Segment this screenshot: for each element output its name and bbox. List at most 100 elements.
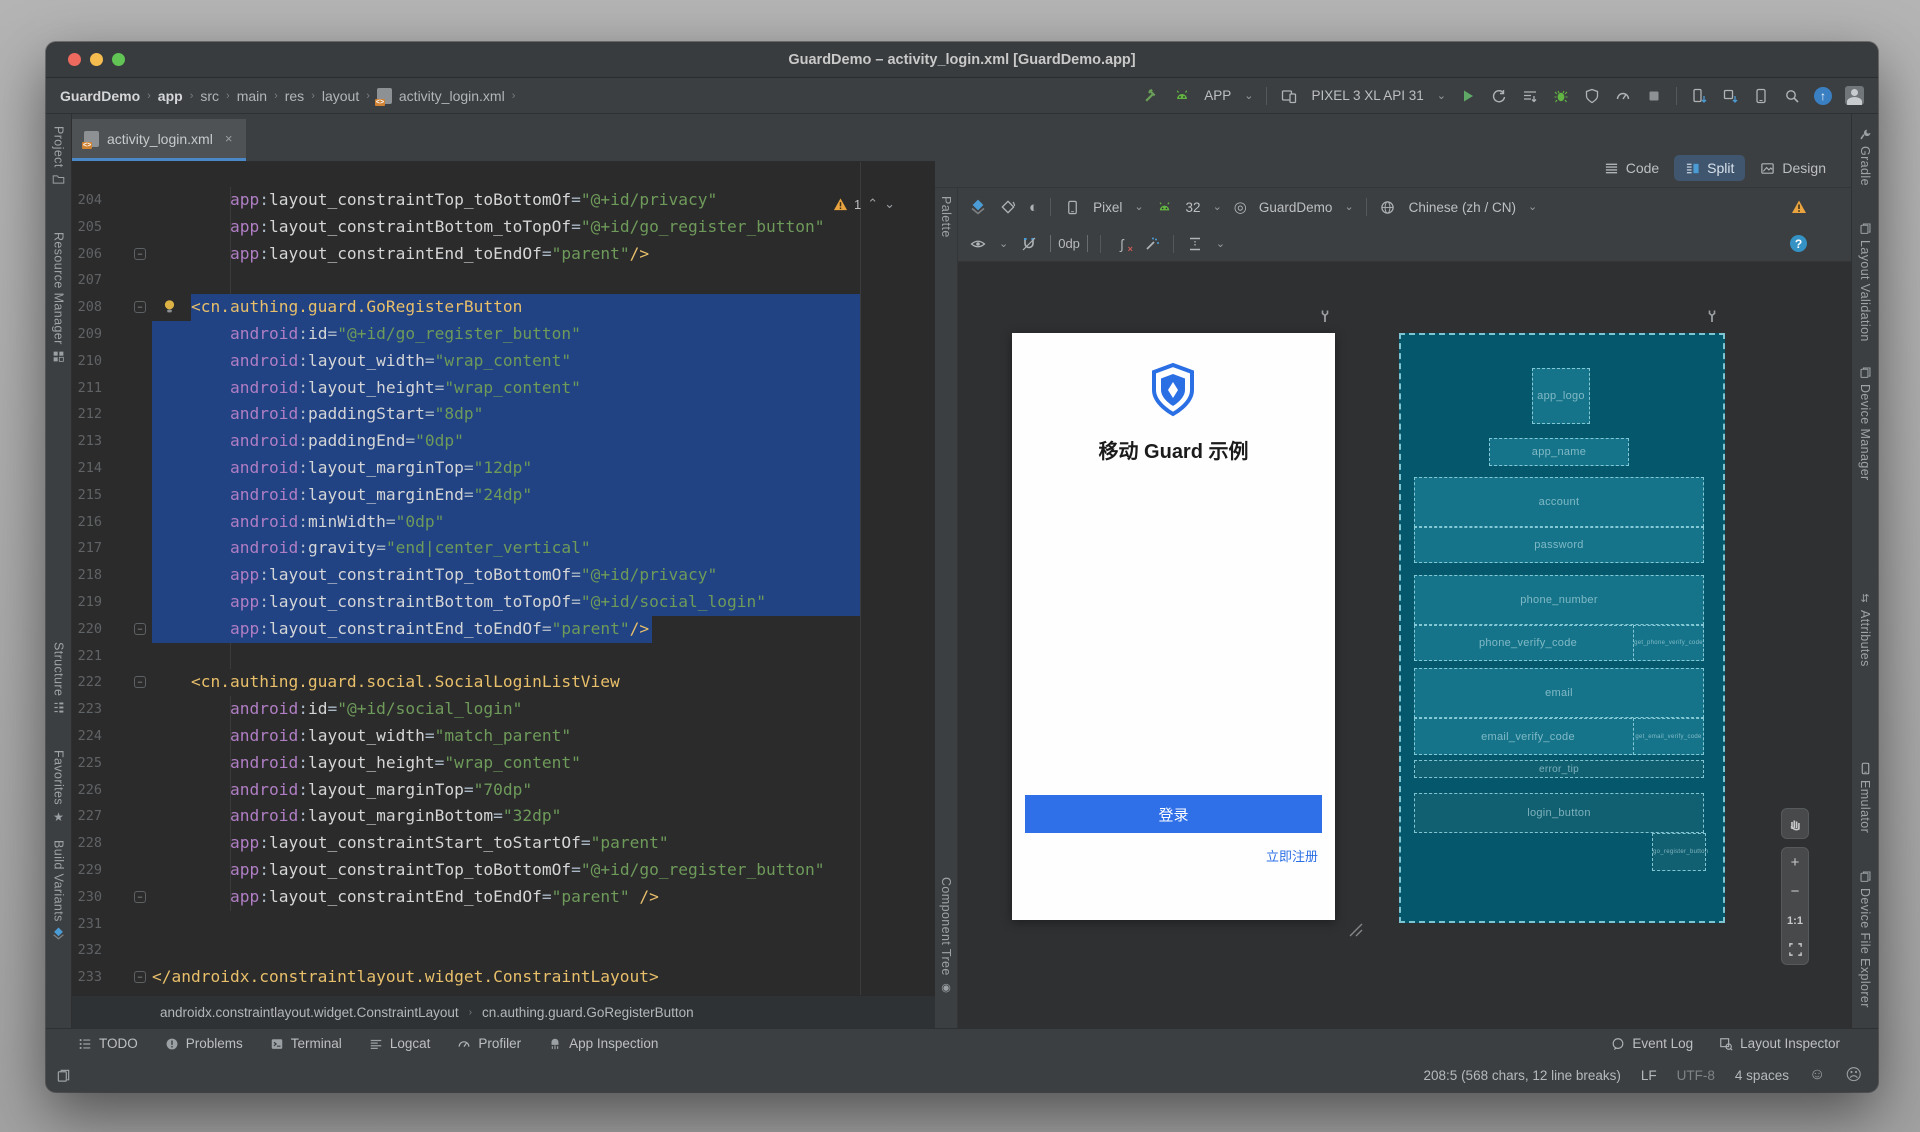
view-mode-icon[interactable] [969, 198, 987, 216]
code-line[interactable]: 223 android:id="@+id/social_login" [72, 696, 935, 723]
component-tree-tab[interactable]: Component Tree ◉ [935, 877, 957, 994]
file-encoding[interactable]: UTF-8 [1677, 1068, 1715, 1083]
tool-button-problems[interactable]: Problems [165, 1036, 243, 1051]
code-line[interactable]: 216 android:minWidth="0dp" [72, 509, 935, 536]
avatar[interactable] [1845, 86, 1864, 105]
clear-constraints-icon[interactable]: ʃ× [1113, 235, 1131, 253]
profiler-icon[interactable] [1614, 87, 1632, 105]
apply-code-changes-icon[interactable] [1521, 87, 1539, 105]
blueprint-component-account[interactable]: account [1414, 477, 1704, 527]
code-line[interactable]: 209 android:id="@+id/go_register_button" [72, 321, 935, 348]
sdk-manager-icon[interactable] [1752, 87, 1770, 105]
tool-button-layout-inspector[interactable]: Layout Inspector [1719, 1036, 1840, 1051]
code-line[interactable]: 221 [72, 643, 935, 670]
tool-button-event-log[interactable]: Event Log [1611, 1036, 1693, 1051]
sidebar-item-layout-validation[interactable]: Layout Validation [1852, 222, 1878, 342]
breadcrumb-module[interactable]: app [158, 88, 183, 104]
code-line[interactable]: 220− app:layout_constraintEnd_toEndOf="p… [72, 616, 935, 643]
device-mirror-icon[interactable] [1721, 87, 1739, 105]
sidebar-item-device-file-explorer[interactable]: Device File Explorer [1852, 870, 1878, 1008]
attributes-tab[interactable]: ⇵ Attributes [1852, 592, 1878, 667]
sidebar-item-emulator[interactable]: Emulator [1852, 762, 1878, 833]
code-line[interactable]: 208− <cn.authing.guard.GoRegisterButton [72, 294, 935, 321]
code-line[interactable]: 222− <cn.authing.guard.social.SocialLogi… [72, 669, 935, 696]
happy-feedback-icon[interactable]: ☺ [1809, 1066, 1825, 1084]
search-everywhere-icon[interactable] [1783, 87, 1801, 105]
breadcrumb-res[interactable]: res [285, 88, 304, 104]
orientation-icon[interactable] [999, 198, 1017, 216]
blueprint-component-login_button[interactable]: login_button [1414, 793, 1704, 833]
tool-button-profiler[interactable]: Profiler [457, 1036, 521, 1051]
breadcrumb-goregisterbutton[interactable]: cn.authing.guard.GoRegisterButton [482, 1005, 694, 1020]
locale-selector[interactable]: Chinese (zh / CN) [1409, 200, 1516, 215]
blueprint-component-app_logo[interactable]: app_logo [1532, 368, 1590, 424]
device-for-preview-selector[interactable]: Pixel [1093, 200, 1122, 215]
code-line[interactable]: 231 [72, 911, 935, 938]
apply-changes-icon[interactable] [1490, 87, 1508, 105]
breadcrumb-file[interactable]: activity_login.xml [399, 88, 505, 104]
code-line[interactable]: 230− app:layout_constraintEnd_toEndOf="p… [72, 884, 935, 911]
zoom-out-button[interactable]: − [1782, 877, 1808, 906]
code-line[interactable]: 215 android:layout_marginEnd="24dp" [72, 482, 935, 509]
code-line[interactable]: 213 android:paddingEnd="0dp" [72, 428, 935, 455]
tool-button-logcat[interactable]: Logcat [369, 1036, 431, 1051]
blueprint-component-phone_number[interactable]: phone_number [1414, 575, 1704, 625]
render-settings-wrench-icon[interactable] [1318, 309, 1332, 323]
blueprint-component-email[interactable]: email [1414, 668, 1704, 718]
debug-button[interactable] [1552, 87, 1570, 105]
tab-design-mode[interactable]: Design [1749, 155, 1837, 181]
stop-button[interactable] [1645, 87, 1663, 105]
sidebar-item-favorites[interactable]: Favorites ★ [46, 750, 71, 824]
breadcrumb-constraintlayout[interactable]: androidx.constraintlayout.widget.Constra… [160, 1005, 459, 1020]
prev-issue-icon[interactable]: ⌃ [867, 196, 878, 212]
preview-register-link[interactable]: 立即注册 [1266, 846, 1318, 865]
line-ending[interactable]: LF [1641, 1068, 1657, 1083]
blueprint-component-get_email_verify_code[interactable]: get_email_verify_code [1633, 718, 1704, 755]
tool-button-todo[interactable]: TODO [78, 1036, 138, 1051]
blueprint-component-error_tip[interactable]: error_tip [1414, 760, 1704, 778]
breadcrumb-src[interactable]: src [200, 88, 219, 104]
fold-icon[interactable]: − [134, 971, 146, 983]
code-line[interactable]: 225 android:layout_height="wrap_content" [72, 750, 935, 777]
autoconnect-off-magnet-icon[interactable] [1020, 235, 1038, 253]
help-icon[interactable]: ? [1790, 235, 1807, 252]
code-line[interactable]: 228 app:layout_constraintStart_toStartOf… [72, 830, 935, 857]
update-available-icon[interactable]: ↑ [1814, 87, 1832, 105]
render-warning-icon[interactable] [1791, 199, 1807, 215]
blueprint-component-get_phone_verify_code[interactable]: get_phone_verify_code [1633, 625, 1704, 661]
code-line[interactable]: 204 app:layout_constraintTop_toBottomOf=… [72, 187, 935, 214]
fold-icon[interactable]: − [134, 301, 146, 313]
preview-resize-handle[interactable] [1346, 920, 1364, 938]
night-mode-icon[interactable]: ◐ [1029, 199, 1038, 216]
run-configuration-selector[interactable]: APP [1204, 88, 1231, 103]
palette-tab[interactable]: Palette [935, 196, 957, 238]
guard-shield-logo[interactable] [1150, 363, 1196, 417]
sidebar-item-project[interactable]: Project [46, 126, 71, 186]
fold-icon[interactable]: − [134, 891, 146, 903]
design-preview-surface[interactable]: 移动 Guard 示例 登录 立即注册 [1012, 333, 1335, 920]
tab-split-mode[interactable]: Split [1674, 155, 1745, 181]
attach-debugger-icon[interactable] [1583, 87, 1601, 105]
blueprint-component-phone_verify_code[interactable]: phone_verify_code [1414, 625, 1642, 661]
code-line[interactable]: 224 android:layout_width="match_parent" [72, 723, 935, 750]
code-line[interactable]: 218 app:layout_constraintTop_toBottomOf=… [72, 562, 935, 589]
code-line[interactable]: 212 android:paddingStart="8dp" [72, 401, 935, 428]
blueprint-surface[interactable]: app_logoapp_nameaccountpasswordphone_num… [1399, 333, 1725, 923]
preview-app-title[interactable]: 移动 Guard 示例 [1012, 435, 1335, 464]
code-line[interactable]: 232 [72, 937, 935, 964]
api-version-selector[interactable]: 32 [1186, 200, 1201, 215]
sidebar-item-gradle[interactable]: Gradle [1852, 128, 1878, 186]
pack-align-icon[interactable] [1186, 235, 1204, 253]
build-hammer-icon[interactable] [1142, 87, 1160, 105]
caret-position[interactable]: 208:5 (568 chars, 12 line breaks) [1424, 1068, 1621, 1083]
sidebar-item-structure[interactable]: Structure [46, 642, 71, 714]
device-selector[interactable]: PIXEL 3 XL API 31 [1311, 88, 1423, 103]
sidebar-item-build-variants[interactable]: Build Variants [46, 840, 71, 940]
breadcrumb-project[interactable]: GuardDemo [60, 88, 140, 104]
inspection-widget[interactable]: 1 ⌃ ⌄ [833, 196, 895, 212]
code-editor[interactable]: 204 app:layout_constraintTop_toBottomOf=… [72, 162, 935, 995]
view-options-eye-icon[interactable] [969, 235, 987, 253]
fold-icon[interactable]: − [134, 623, 146, 635]
zoom-to-fit-button[interactable] [1782, 935, 1808, 964]
sidebar-item-resource-manager[interactable]: Resource Manager [46, 232, 71, 363]
